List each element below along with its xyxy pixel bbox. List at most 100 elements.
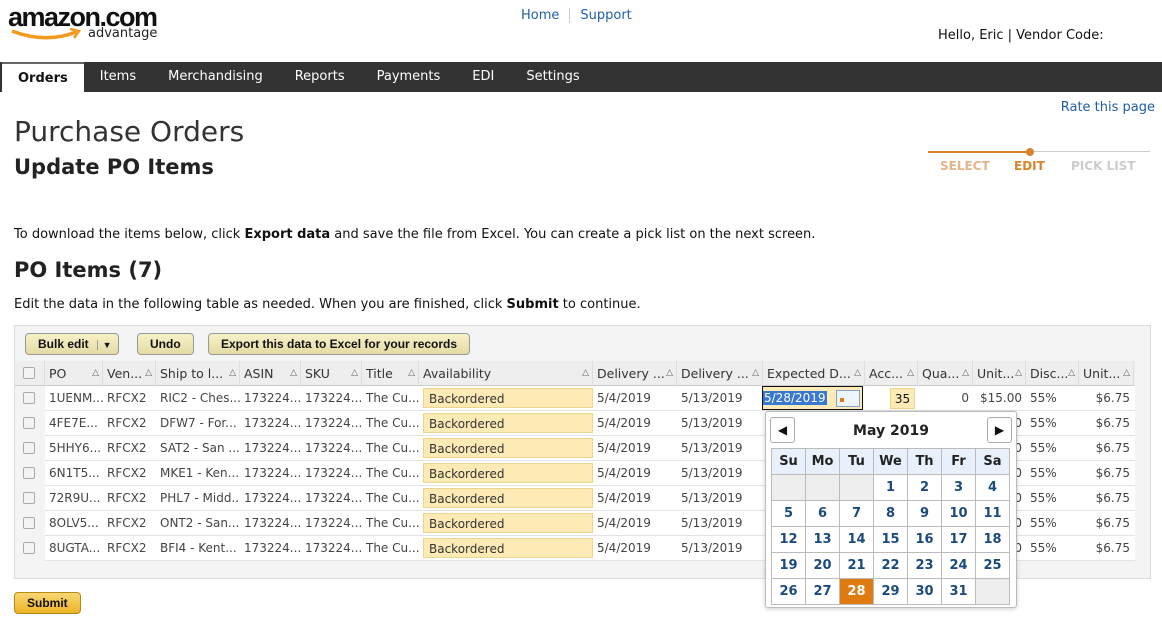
column-header-unit-cost[interactable]: Unit... △ [973, 361, 1026, 386]
sort-icon[interactable]: △ [752, 361, 759, 386]
calendar-day[interactable]: 19 [772, 553, 806, 579]
calendar-day[interactable]: 25 [976, 553, 1010, 579]
sort-icon[interactable]: △ [408, 361, 415, 386]
column-header-accepted-qty[interactable]: Acc... △ [865, 361, 918, 386]
calendar-day[interactable]: 8 [874, 501, 908, 527]
sort-icon[interactable]: △ [582, 361, 589, 386]
column-header-asin[interactable]: ASIN △ [240, 361, 301, 386]
calendar-day[interactable]: 5 [772, 501, 806, 527]
calendar-day[interactable]: 22 [874, 553, 908, 579]
calendar-day[interactable]: 7 [840, 501, 874, 527]
calendar-icon[interactable] [836, 390, 860, 407]
column-header-ship-to[interactable]: Ship to l... △ [156, 361, 240, 386]
row-checkbox[interactable] [15, 436, 45, 461]
calendar-day[interactable]: 13 [806, 527, 840, 553]
amazon-advantage-logo[interactable]: amazon.com advantage [8, 2, 178, 52]
calendar-day[interactable]: 23 [908, 553, 942, 579]
sort-icon[interactable]: △ [1123, 361, 1130, 386]
calendar-day[interactable]: 15 [874, 527, 908, 553]
column-header-expected-date[interactable]: Expected D... △ [763, 361, 865, 386]
column-header-po[interactable]: PO △ [45, 361, 103, 386]
calendar-day[interactable]: 3 [942, 475, 976, 501]
column-header-unit-net[interactable]: Unit... △ [1079, 361, 1134, 386]
tab-payments[interactable]: Payments [361, 62, 457, 92]
cell-sku: 173224... [305, 416, 362, 430]
tab-edi[interactable]: EDI [456, 62, 510, 92]
sort-icon[interactable]: △ [962, 361, 969, 386]
sort-icon[interactable]: △ [1015, 361, 1022, 386]
cell-availability[interactable]: Backordered [419, 511, 593, 536]
calendar-day[interactable]: 4 [976, 475, 1010, 501]
chevron-down-icon[interactable]: ▼ [96, 340, 112, 350]
cell-availability[interactable]: Backordered [419, 386, 593, 411]
accepted-qty-input[interactable]: 35 [890, 388, 915, 409]
tab-reports[interactable]: Reports [279, 62, 361, 92]
export-excel-button[interactable]: Export this data to Excel for your recor… [208, 333, 471, 355]
empty-day [976, 579, 1010, 605]
undo-button[interactable]: Undo [137, 333, 194, 355]
sort-icon[interactable]: △ [290, 361, 297, 386]
select-all-checkbox[interactable] [15, 361, 45, 386]
calendar-day[interactable]: 17 [942, 527, 976, 553]
sort-icon[interactable]: △ [229, 361, 236, 386]
sort-icon[interactable]: △ [666, 361, 673, 386]
cell-availability[interactable]: Backordered [419, 436, 593, 461]
column-header-delivery-end[interactable]: Delivery ... △ [677, 361, 763, 386]
calendar-day[interactable]: 30 [908, 579, 942, 605]
column-header-delivery-start[interactable]: Delivery ... △ [593, 361, 677, 386]
submit-button[interactable]: Submit [14, 592, 81, 614]
calendar-day[interactable]: 2 [908, 475, 942, 501]
calendar-day[interactable]: 11 [976, 501, 1010, 527]
column-header-vendor[interactable]: Ven... △ [103, 361, 156, 386]
tab-settings[interactable]: Settings [510, 62, 595, 92]
sort-icon[interactable]: △ [907, 361, 914, 386]
calendar-day[interactable]: 31 [942, 579, 976, 605]
calendar-day[interactable]: 20 [806, 553, 840, 579]
row-checkbox[interactable] [15, 511, 45, 536]
calendar-day[interactable]: 21 [840, 553, 874, 579]
row-checkbox[interactable] [15, 461, 45, 486]
calendar-day[interactable]: 9 [908, 501, 942, 527]
selected-day[interactable]: 28 [840, 579, 874, 605]
column-header-discount[interactable]: Disc... △ [1026, 361, 1079, 386]
sort-icon[interactable]: △ [351, 361, 358, 386]
sort-icon[interactable]: △ [145, 361, 152, 386]
cell-availability[interactable]: Backordered [419, 486, 593, 511]
tab-merchandising[interactable]: Merchandising [152, 62, 279, 92]
calendar-day[interactable]: 12 [772, 527, 806, 553]
support-link[interactable]: Support [570, 8, 641, 23]
calendar-day[interactable]: 1 [874, 475, 908, 501]
expected-date-input[interactable]: 5/28/2019 [762, 386, 863, 410]
calendar-day[interactable]: 6 [806, 501, 840, 527]
row-checkbox[interactable] [15, 486, 45, 511]
next-month-button[interactable]: ▶ [987, 417, 1012, 443]
column-header-title[interactable]: Title △ [362, 361, 419, 386]
cell-availability[interactable]: Backordered [419, 461, 593, 486]
column-header-quantity[interactable]: Qua... △ [918, 361, 973, 386]
rate-page-link[interactable]: Rate this page [1061, 100, 1155, 115]
calendar-day[interactable]: 29 [874, 579, 908, 605]
sort-icon[interactable]: △ [92, 361, 99, 386]
sort-icon[interactable]: △ [1068, 361, 1075, 386]
calendar-day[interactable]: 10 [942, 501, 976, 527]
row-checkbox[interactable] [15, 536, 45, 561]
cell-delivery-start: 5/4/2019 [597, 491, 651, 505]
column-header-sku[interactable]: SKU △ [301, 361, 362, 386]
calendar-day[interactable]: 18 [976, 527, 1010, 553]
calendar-day[interactable]: 24 [942, 553, 976, 579]
home-link[interactable]: Home [521, 8, 571, 23]
tab-items[interactable]: Items [84, 62, 152, 92]
row-checkbox[interactable] [15, 411, 45, 436]
calendar-day[interactable]: 16 [908, 527, 942, 553]
cell-availability[interactable]: Backordered [419, 536, 593, 561]
row-checkbox[interactable] [15, 386, 45, 411]
cell-availability[interactable]: Backordered [419, 411, 593, 436]
tab-orders[interactable]: Orders [2, 62, 84, 92]
calendar-day[interactable]: 26 [772, 579, 806, 605]
bulk-edit-button[interactable]: Bulk edit ▼ [25, 333, 119, 355]
calendar-day[interactable]: 14 [840, 527, 874, 553]
calendar-day[interactable]: 27 [806, 579, 840, 605]
cell-asin: 173224... [244, 416, 301, 430]
sort-icon[interactable]: △ [854, 361, 861, 386]
column-header-availability[interactable]: Availability △ [419, 361, 593, 386]
